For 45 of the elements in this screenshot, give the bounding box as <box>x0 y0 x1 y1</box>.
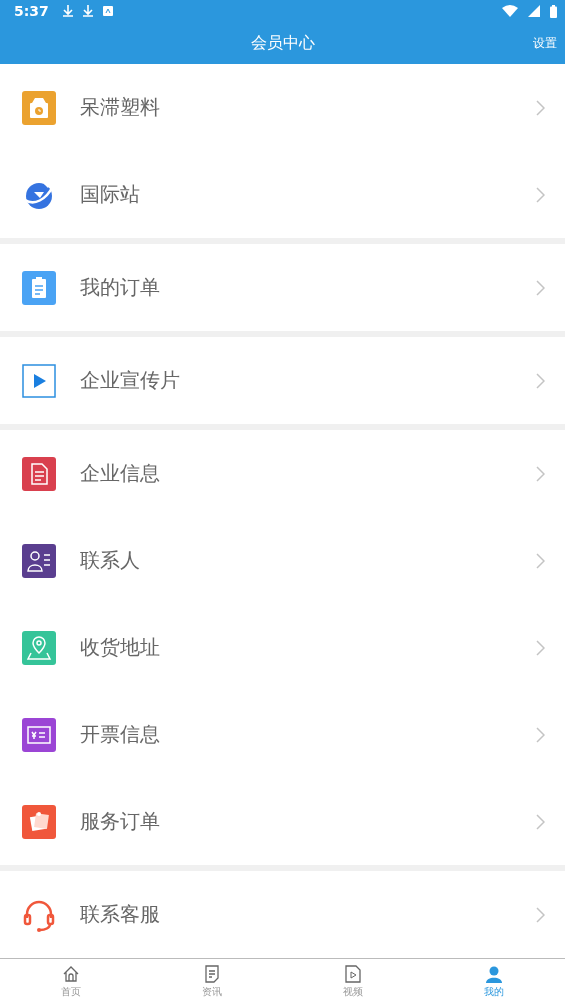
notification-icon <box>102 6 113 16</box>
chevron-right-icon <box>535 279 545 296</box>
menu-item[interactable]: 企业信息 <box>0 430 565 517</box>
video-file-icon <box>344 964 363 983</box>
signal-icon <box>528 5 540 17</box>
nav-tab[interactable]: 资讯 <box>141 959 283 1004</box>
clipboard-icon <box>22 270 56 305</box>
battery-icon <box>550 4 557 18</box>
home-icon <box>61 964 80 983</box>
menu-item[interactable]: 企业宣传片 <box>0 337 565 424</box>
nav-tab[interactable]: 首页 <box>0 959 142 1004</box>
menu-item[interactable]: 服务订单 <box>0 778 565 865</box>
menu-item[interactable]: 联系人 <box>0 517 565 604</box>
document-icon <box>22 456 56 491</box>
crate-icon <box>22 90 56 125</box>
wifi-icon <box>502 5 518 17</box>
chevron-right-icon <box>535 465 545 482</box>
nav-tab[interactable]: 视频 <box>282 959 424 1004</box>
chevron-right-icon <box>535 639 545 656</box>
status-time: 5:37 <box>14 3 49 19</box>
page-title: 会员中心 <box>250 32 315 54</box>
map-pin-icon <box>22 630 56 665</box>
settings-button[interactable]: 设置 <box>533 32 557 54</box>
menu-item[interactable]: 收货地址 <box>0 604 565 691</box>
person-icon <box>485 964 504 983</box>
chevron-right-icon <box>535 813 545 830</box>
menu-item[interactable]: 开票信息 <box>0 691 565 778</box>
menu-item[interactable]: 我的订单 <box>0 244 565 331</box>
invoice-icon <box>22 717 56 752</box>
chevron-right-icon <box>535 99 545 116</box>
menu-item[interactable]: 联系客服 <box>0 871 565 958</box>
contact-card-icon <box>22 543 56 578</box>
download-icon <box>62 5 73 17</box>
chevron-right-icon <box>535 726 545 743</box>
notes-icon <box>22 804 56 839</box>
play-icon <box>22 363 56 398</box>
chevron-right-icon <box>535 552 545 569</box>
download-icon <box>82 5 93 17</box>
document-icon <box>203 964 220 983</box>
chevron-right-icon <box>535 372 545 389</box>
menu-item[interactable]: 国际站 <box>0 151 565 238</box>
menu-item[interactable]: 呆滞塑料 <box>0 64 565 151</box>
chevron-right-icon <box>535 906 545 923</box>
nav-tab[interactable]: 我的 <box>423 959 565 1004</box>
chevron-right-icon <box>535 186 545 203</box>
